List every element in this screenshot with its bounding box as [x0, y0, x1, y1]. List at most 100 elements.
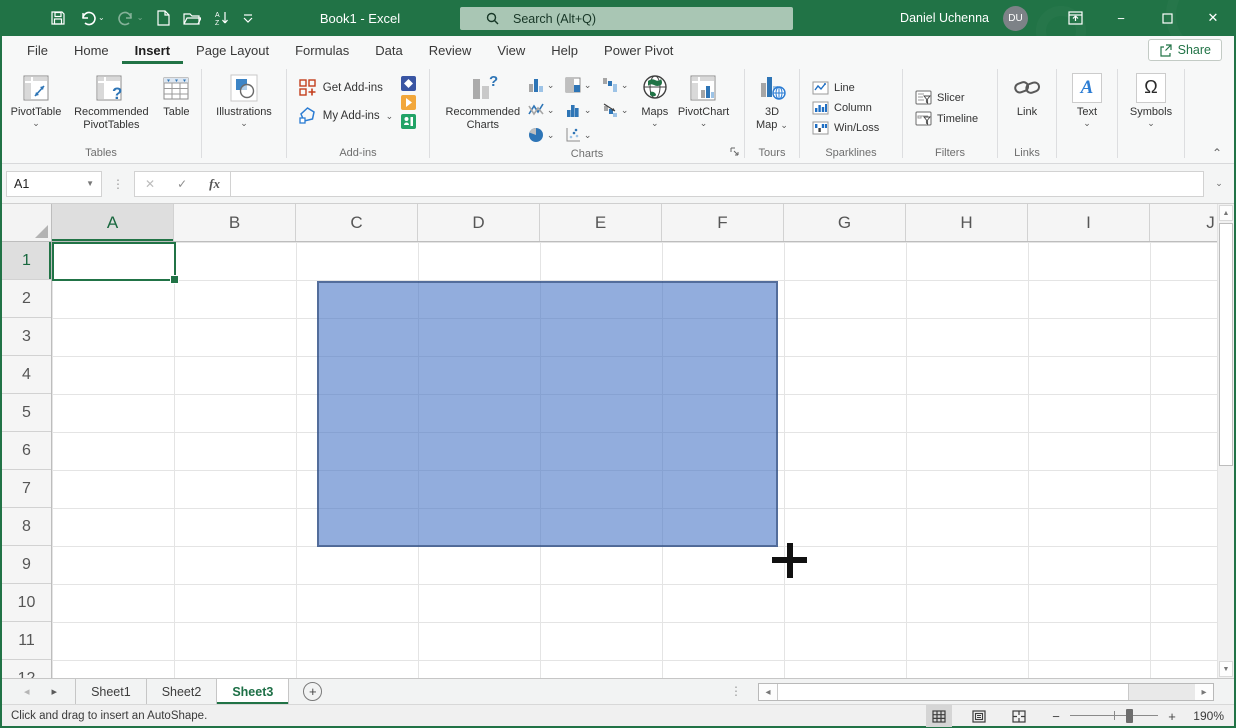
- page-break-preview-button[interactable]: [1006, 705, 1032, 727]
- bing-maps-addin-icon[interactable]: [401, 95, 416, 110]
- row-header-1[interactable]: 1: [2, 242, 51, 280]
- minimize-button[interactable]: −: [1098, 0, 1144, 36]
- sparkline-winloss-button[interactable]: Win/Loss: [807, 119, 884, 137]
- formula-input[interactable]: [231, 171, 1204, 197]
- column-header-b[interactable]: B: [174, 204, 296, 241]
- page-layout-view-button[interactable]: [966, 705, 992, 727]
- zoom-in-button[interactable]: +: [1162, 709, 1182, 724]
- sheet-tab-sheet3[interactable]: Sheet3: [217, 679, 289, 704]
- column-header-i[interactable]: I: [1028, 204, 1150, 241]
- maximize-button[interactable]: [1144, 0, 1190, 36]
- table-button[interactable]: Table: [157, 66, 195, 119]
- sparkline-line-button[interactable]: Line: [807, 79, 860, 97]
- avatar[interactable]: DU: [1003, 6, 1028, 31]
- insert-hierarchy-chart-button[interactable]: ⌄: [562, 72, 599, 97]
- sparkline-column-button[interactable]: Column: [807, 99, 877, 117]
- my-addins-button[interactable]: My Add-ins ⌄: [298, 106, 393, 125]
- horizontal-scrollbar[interactable]: ◂ ▸: [758, 683, 1214, 701]
- row-header-8[interactable]: 8: [2, 508, 51, 546]
- get-addins-button[interactable]: Get Add-ins: [298, 78, 393, 97]
- insert-waterfall-chart-button[interactable]: ⌄: [599, 72, 636, 97]
- sort-az-button[interactable]: AZ: [214, 10, 230, 26]
- people-graph-addin-icon[interactable]: [401, 114, 416, 129]
- formula-bar-splitter[interactable]: ⋮: [102, 177, 134, 191]
- symbols-button[interactable]: Ω Symbols ⌄: [1126, 66, 1176, 127]
- redo-button[interactable]: ⌄: [118, 10, 144, 26]
- close-button[interactable]: ✕: [1190, 0, 1236, 36]
- column-header-h[interactable]: H: [906, 204, 1028, 241]
- row-header-5[interactable]: 5: [2, 394, 51, 432]
- scroll-up-button[interactable]: ▲: [1219, 205, 1233, 221]
- row-header-9[interactable]: 9: [2, 546, 51, 584]
- row-header-10[interactable]: 10: [2, 584, 51, 622]
- zoom-slider-thumb[interactable]: [1126, 709, 1133, 723]
- new-file-button[interactable]: [156, 10, 170, 26]
- tab-help[interactable]: Help: [538, 36, 591, 64]
- horizontal-scrollbar-thumb[interactable]: [777, 684, 1129, 700]
- normal-view-button[interactable]: [926, 705, 952, 727]
- scroll-down-button[interactable]: ▼: [1219, 661, 1233, 677]
- vertical-scrollbar-thumb[interactable]: [1219, 223, 1233, 466]
- text-button[interactable]: A Text ⌄: [1068, 66, 1106, 127]
- column-header-f[interactable]: F: [662, 204, 784, 241]
- save-button[interactable]: [50, 10, 66, 26]
- row-header-7[interactable]: 7: [2, 470, 51, 508]
- tab-file[interactable]: File: [14, 36, 61, 64]
- insert-function-icon[interactable]: fx: [209, 176, 220, 192]
- cancel-icon[interactable]: ✕: [145, 177, 155, 191]
- column-header-j[interactable]: J: [1150, 204, 1217, 241]
- scroll-left-button[interactable]: ◂: [759, 684, 777, 700]
- next-sheet-button[interactable]: ▸: [52, 685, 58, 698]
- chevron-down-icon[interactable]: ▼: [86, 179, 94, 188]
- column-header-e[interactable]: E: [540, 204, 662, 241]
- vertical-scrollbar[interactable]: ▲ ▼: [1217, 204, 1234, 678]
- selected-cell-a1[interactable]: [52, 242, 176, 281]
- scroll-right-button[interactable]: ▸: [1195, 684, 1213, 700]
- search-input[interactable]: Search (Alt+Q): [460, 7, 793, 30]
- insert-column-chart-button[interactable]: ⌄: [525, 72, 562, 97]
- tab-scrollbar-splitter[interactable]: ⋮: [730, 684, 742, 698]
- maps-button[interactable]: Maps ⌄: [636, 66, 674, 127]
- select-all-button[interactable]: [2, 204, 52, 242]
- row-header-2[interactable]: 2: [2, 280, 51, 318]
- row-header-3[interactable]: 3: [2, 318, 51, 356]
- expand-formula-bar-icon[interactable]: ⌄: [1208, 178, 1230, 189]
- new-sheet-button[interactable]: +: [303, 682, 322, 701]
- slicer-button[interactable]: Slicer: [910, 88, 970, 107]
- tab-data[interactable]: Data: [362, 36, 415, 64]
- column-header-g[interactable]: G: [784, 204, 906, 241]
- charts-dialog-launcher[interactable]: [730, 147, 740, 161]
- tab-power-pivot[interactable]: Power Pivot: [591, 36, 686, 64]
- undo-button[interactable]: ⌄: [79, 10, 105, 26]
- drawn-rectangle-shape[interactable]: [317, 281, 778, 547]
- insert-line-chart-button[interactable]: ⌄: [525, 97, 562, 122]
- row-header-6[interactable]: 6: [2, 432, 51, 470]
- column-header-d[interactable]: D: [418, 204, 540, 241]
- ribbon-display-options-button[interactable]: [1052, 0, 1098, 36]
- prev-sheet-button[interactable]: ◂: [24, 685, 30, 698]
- row-header-4[interactable]: 4: [2, 356, 51, 394]
- tab-review[interactable]: Review: [416, 36, 485, 64]
- sheet-tab-sheet2[interactable]: Sheet2: [147, 679, 218, 704]
- illustrations-button[interactable]: Illustrations ⌄: [212, 66, 276, 127]
- collapse-ribbon-button[interactable]: ⌃: [1212, 146, 1222, 160]
- tab-page-layout[interactable]: Page Layout: [183, 36, 282, 64]
- cells-grid[interactable]: [52, 242, 1217, 678]
- horizontal-scrollbar-track[interactable]: [1129, 684, 1195, 700]
- recommended-charts-button[interactable]: ? Recommended Charts: [441, 66, 525, 132]
- row-header-11[interactable]: 11: [2, 622, 51, 660]
- tab-home[interactable]: Home: [61, 36, 122, 64]
- tab-formulas[interactable]: Formulas: [282, 36, 362, 64]
- link-button[interactable]: Link: [1008, 66, 1046, 119]
- share-button[interactable]: Share: [1148, 39, 1222, 61]
- customize-qat-button[interactable]: [243, 13, 253, 23]
- insert-scatter-chart-button[interactable]: ⌄: [562, 122, 599, 147]
- zoom-slider[interactable]: [1070, 705, 1158, 727]
- pivottable-button[interactable]: PivotTable ⌄: [7, 66, 66, 127]
- tab-view[interactable]: View: [484, 36, 538, 64]
- sheet-tab-sheet1[interactable]: Sheet1: [76, 679, 147, 704]
- open-file-button[interactable]: [183, 11, 201, 26]
- visio-addin-icon[interactable]: [401, 76, 416, 91]
- zoom-level[interactable]: 190%: [1182, 709, 1224, 723]
- recommended-pivottables-button[interactable]: ? Recommended PivotTables: [65, 66, 157, 132]
